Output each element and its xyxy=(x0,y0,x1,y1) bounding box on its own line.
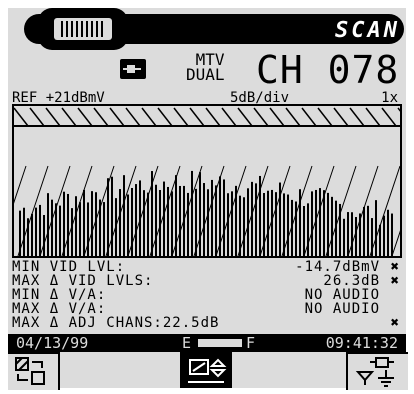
battery-full-label: F xyxy=(246,334,256,352)
measurement-label: MAX Δ ADJ CHANS:22.5dB xyxy=(12,315,220,331)
battery-gauge: E F xyxy=(182,334,255,352)
tune-filter-icon xyxy=(188,358,227,383)
measurement-label: MAX Δ VID LVLS: xyxy=(12,273,154,289)
cartridge-window xyxy=(54,18,112,40)
measurement-label: MIN VID LVL: xyxy=(12,259,126,275)
spectrum-bars xyxy=(14,165,400,256)
limit-band xyxy=(14,107,400,127)
measurement-label: MAX Δ V/A: xyxy=(12,301,107,317)
measurement-row: MIN Δ V/A: NO AUDIO xyxy=(12,288,402,302)
title-bar: SCAN xyxy=(8,8,406,50)
date-readout: 04/13/99 xyxy=(16,334,89,352)
measurement-row: MAX Δ VID LVLS: 26.3dB ✖ xyxy=(12,274,402,288)
mode-label: SCAN xyxy=(335,18,400,43)
softkey-right[interactable] xyxy=(346,352,408,390)
measurement-row: MAX Δ V/A: NO AUDIO xyxy=(12,302,402,316)
cartridge-grille-icon xyxy=(61,21,103,37)
measurement-value: NO AUDIO xyxy=(304,287,380,303)
plug-icon xyxy=(120,59,146,79)
spectrum-trace xyxy=(14,107,400,256)
spectrum-display xyxy=(12,104,402,258)
channel-readout: CH 078 xyxy=(256,48,400,92)
battery-level-icon xyxy=(198,339,242,347)
plug-filter-icon xyxy=(355,357,394,387)
status-bar: 04/13/99 E F 09:41:32 xyxy=(8,334,406,352)
measurement-value: 26.3dB xyxy=(323,273,380,289)
measurement-value: NO AUDIO xyxy=(304,301,380,317)
analyzer-screen: SCAN MTV DUAL CH 078 REF +21dBmV 5dB/div… xyxy=(8,8,408,390)
modulation-mode: MTV DUAL xyxy=(186,52,225,84)
measurement-row: MAX Δ ADJ CHANS:22.5dB ✖ xyxy=(12,316,402,330)
softkey-middle[interactable] xyxy=(180,352,232,388)
fail-mark-icon: ✖ xyxy=(390,315,400,331)
measurement-row: MIN VID LVL: -14.7dBmV ✖ xyxy=(12,260,402,274)
softkey-bar xyxy=(8,352,408,390)
cartridge-icon xyxy=(38,8,128,50)
battery-empty-label: E xyxy=(182,334,192,352)
swap-display-icon xyxy=(15,357,45,385)
time-readout: 09:41:32 xyxy=(325,334,398,352)
measurement-list: MIN VID LVL: -14.7dBmV ✖ MAX Δ VID LVLS:… xyxy=(12,260,402,330)
fail-mark-icon: ✖ xyxy=(390,273,400,289)
measurement-label: MIN Δ V/A: xyxy=(12,287,107,303)
softkey-left[interactable] xyxy=(8,352,60,390)
modulation-line-2: DUAL xyxy=(186,65,225,84)
measurement-value: -14.7dBmV xyxy=(295,259,380,275)
fail-mark-icon: ✖ xyxy=(390,259,400,275)
